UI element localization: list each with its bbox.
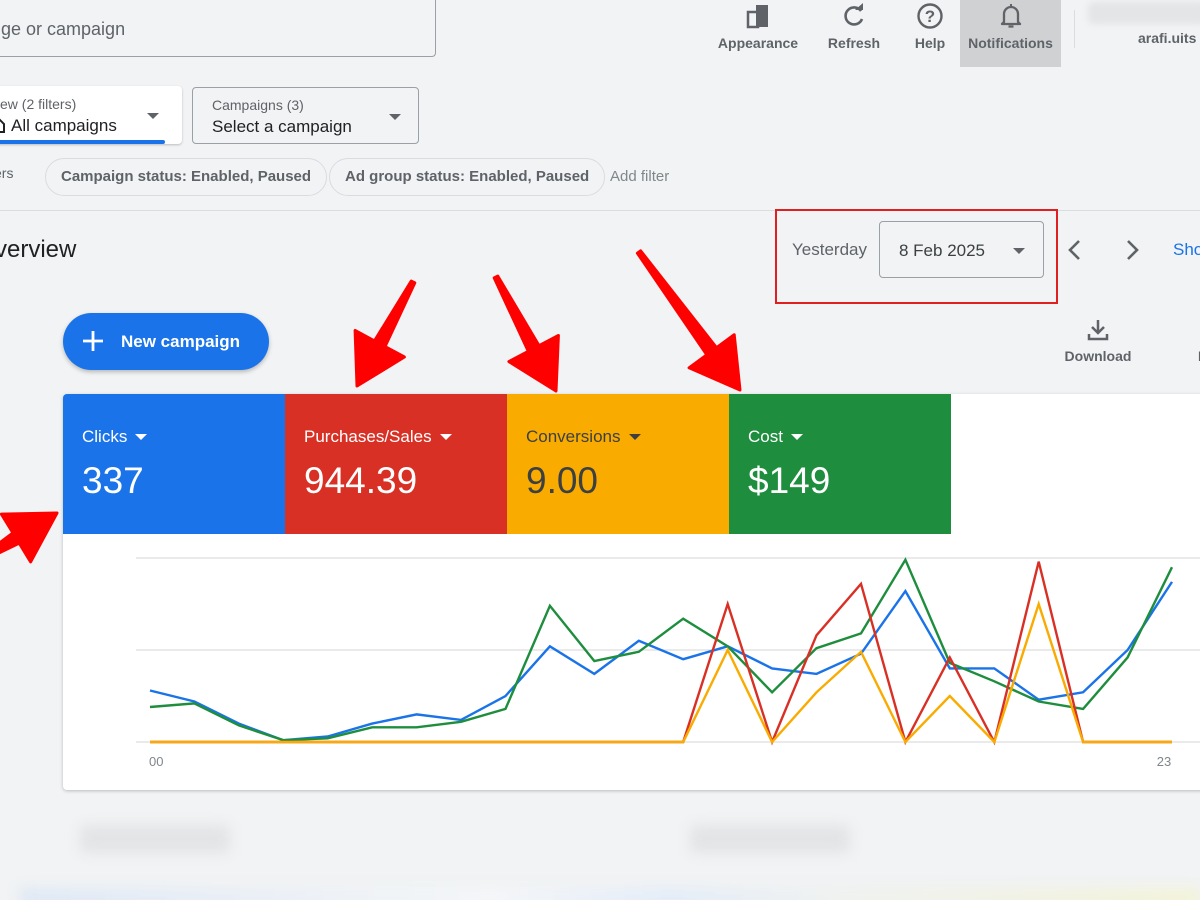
filter-chip-campaign-status[interactable]: Campaign status: Enabled, Paused <box>45 158 328 196</box>
feedback-button[interactable]: Fee <box>1180 318 1200 364</box>
chevron-right-icon <box>1127 240 1139 260</box>
x-tick-label: 23 <box>1157 754 1171 769</box>
notifications-label: Notifications <box>968 35 1053 51</box>
help-label: Help <box>914 35 946 51</box>
previous-period-button[interactable] <box>1062 236 1088 264</box>
series-line-purchases-sales <box>150 561 1172 746</box>
annotation-arrow-clicks <box>0 511 59 564</box>
home-icon <box>0 118 5 133</box>
show-link[interactable]: Sho <box>1173 240 1200 260</box>
blurred-content <box>0 800 1200 900</box>
annotation-arrow-conversions <box>492 274 560 393</box>
refresh-icon <box>841 1 867 31</box>
date-range-value: 8 Feb 2025 <box>899 241 986 260</box>
next-period-button[interactable] <box>1119 236 1145 264</box>
appearance-icon <box>745 1 771 31</box>
refresh-label: Refresh <box>827 35 881 51</box>
chevron-left-icon <box>1068 240 1080 260</box>
blurred-block <box>80 825 230 853</box>
filter-chip-ad-group-status[interactable]: Ad group status: Enabled, Paused <box>329 158 606 196</box>
top-toolbar: Appearance Refresh ? Help Notifications <box>708 0 1061 67</box>
view-selector-label: ew (2 filters) <box>0 96 77 112</box>
appearance-button[interactable]: Appearance <box>708 0 808 67</box>
series-line-conversions <box>150 600 1172 745</box>
chevron-down-icon <box>147 113 159 119</box>
view-selector-underline <box>0 140 165 144</box>
campaign-selector[interactable]: Campaigns (3) Select a campaign <box>192 87 419 144</box>
download-icon <box>1087 320 1109 341</box>
download-label: Download <box>1064 348 1132 364</box>
plus-icon <box>83 331 103 351</box>
search-input[interactable]: ge or campaign <box>0 0 436 57</box>
view-selector-value-text: All campaigns <box>11 116 117 135</box>
filters-label: ers <box>0 165 14 181</box>
svg-text:?: ? <box>925 7 935 26</box>
help-button[interactable]: ? Help <box>900 0 960 67</box>
performance-card: Clicks 337 Purchases/Sales 944.39 Conver… <box>63 394 1200 790</box>
view-selector-value: All campaigns <box>0 116 117 136</box>
view-selector[interactable]: ew (2 filters) All campaigns <box>0 86 182 144</box>
date-range-selector[interactable]: 8 Feb 2025 <box>879 221 1044 278</box>
blurred-block <box>690 825 850 853</box>
campaign-selector-value: Select a campaign <box>212 117 352 136</box>
annotation-arrow-purchases <box>353 279 417 388</box>
new-campaign-button[interactable]: New campaign <box>63 313 269 370</box>
account-name[interactable]: arafi.uits <box>1138 30 1196 46</box>
date-preset-label: Yesterday <box>792 240 867 259</box>
account-blurred-info <box>1088 2 1200 24</box>
chevron-down-icon <box>1013 248 1025 254</box>
chart-gridlines <box>136 557 1200 743</box>
series-line-clicks <box>149 581 1174 742</box>
chart-series <box>149 557 1174 746</box>
download-button[interactable]: Download <box>1064 318 1132 364</box>
toolbar-divider <box>1074 10 1075 48</box>
x-tick-label: 00 <box>149 754 163 769</box>
add-filter-button[interactable]: Add filter <box>610 168 669 185</box>
help-icon: ? <box>916 1 944 31</box>
blurred-block <box>20 888 1200 900</box>
appearance-label: Appearance <box>717 35 799 51</box>
annotation-arrow-cost <box>635 249 742 392</box>
campaign-selector-label: Campaigns (3) <box>212 97 304 113</box>
bell-icon <box>999 1 1023 31</box>
search-placeholder: ge or campaign <box>1 19 126 39</box>
performance-line-chart: 00 23 <box>136 557 1200 769</box>
chevron-down-icon <box>389 114 401 120</box>
page-title: verview <box>0 236 77 263</box>
notifications-button[interactable]: Notifications <box>960 0 1061 67</box>
refresh-button[interactable]: Refresh <box>808 0 900 67</box>
new-campaign-label: New campaign <box>121 332 241 351</box>
